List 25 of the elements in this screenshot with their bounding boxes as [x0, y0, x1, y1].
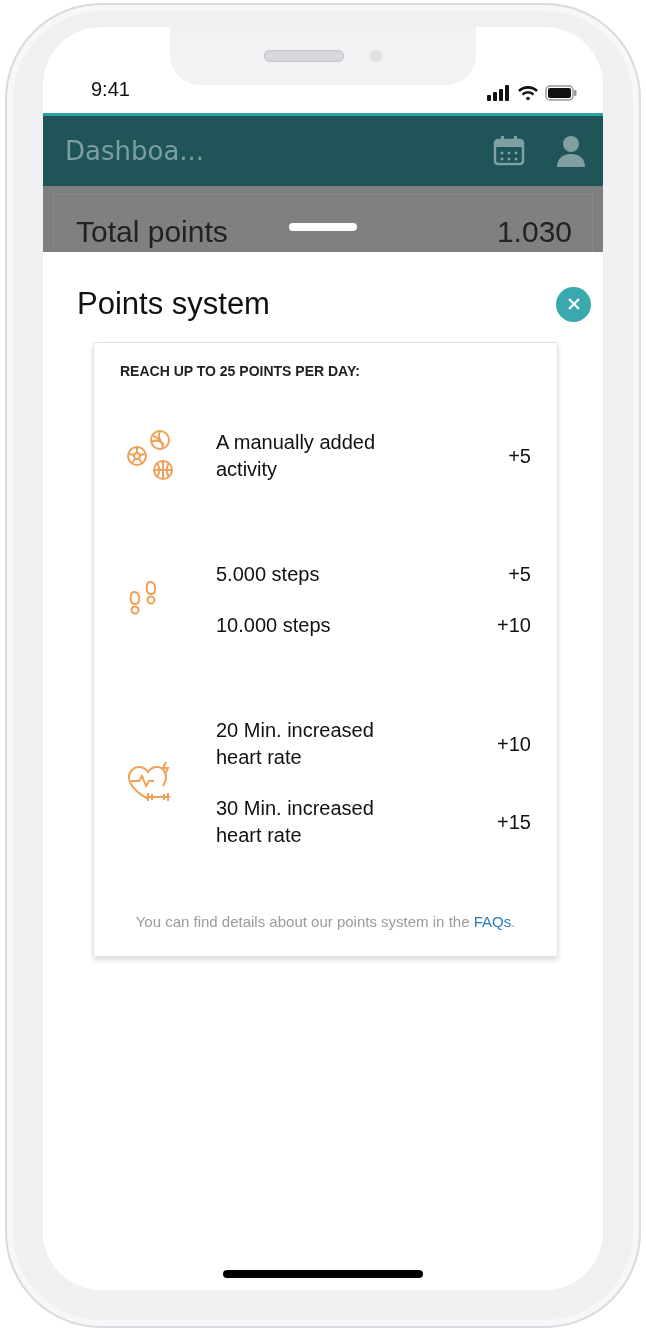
- activity-label: A manually added activity: [216, 430, 376, 482]
- battery-icon: [545, 85, 577, 101]
- total-points-label: Total points: [76, 217, 228, 250]
- total-points-value: 1.030: [496, 217, 572, 250]
- close-button[interactable]: [556, 286, 591, 322]
- activity-label: 20 Min. increased heart rate: [216, 718, 375, 770]
- user-icon[interactable]: [557, 135, 585, 167]
- activity-label: 30 Min. increased heart rate: [216, 796, 375, 848]
- drag-handle[interactable]: [289, 223, 357, 231]
- footer-note: You can find details about our points system in the FAQs.: [134, 913, 517, 930]
- sheet-title: Points system: [77, 286, 270, 322]
- points-value: +5: [508, 444, 531, 468]
- calendar-icon[interactable]: [493, 136, 525, 166]
- points-value: +5: [508, 563, 531, 586]
- points-value: +10: [497, 614, 531, 637]
- points-value: +15: [497, 810, 531, 834]
- activity-label: 5.000 steps: [216, 562, 321, 587]
- card-heading: REACH UP TO 25 POINTS PER DAY:: [120, 363, 361, 379]
- status-time: 9:41: [91, 78, 130, 101]
- activity-label: 10.000 steps: [216, 613, 332, 638]
- close-icon: [566, 297, 581, 311]
- wifi-icon: [517, 85, 539, 101]
- app-bar-title: Dashboa...: [65, 136, 206, 166]
- points-value: +10: [497, 732, 531, 756]
- signal-icon: [487, 85, 511, 101]
